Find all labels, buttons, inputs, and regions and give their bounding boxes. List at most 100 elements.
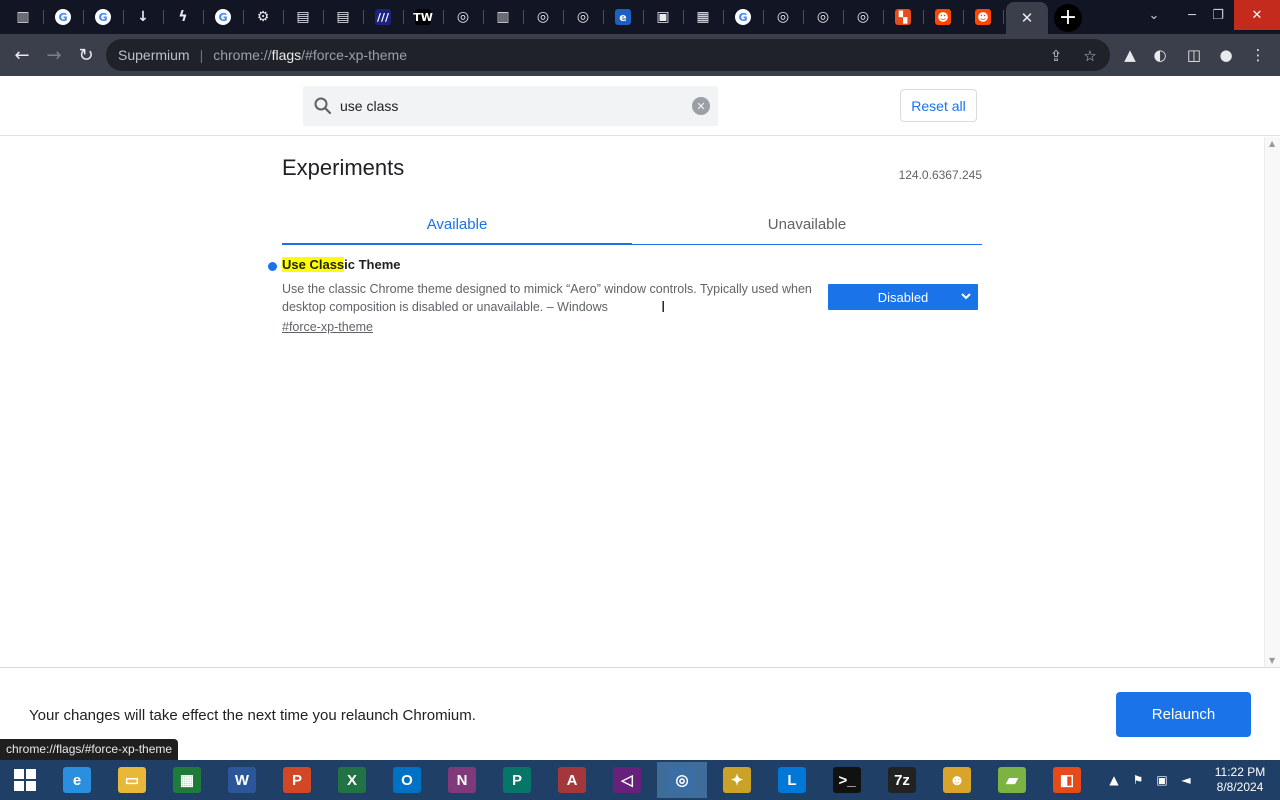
restore-button[interactable]: ❐	[1200, 0, 1236, 30]
scrollbar[interactable]: ▲ ▼	[1264, 137, 1280, 667]
taskbar-app[interactable]: W	[217, 762, 267, 798]
tab-separator	[1003, 10, 1004, 24]
flags-content: Experiments 124.0.6367.245 Available Una…	[0, 137, 1264, 667]
search-highlight: Use Class	[282, 257, 345, 272]
tab-search-icon[interactable]: ⌄	[1136, 0, 1172, 30]
taskbar-app[interactable]: X	[327, 762, 377, 798]
browser-tab[interactable]: ◎	[765, 2, 801, 32]
browser-tab[interactable]: ▤	[325, 2, 361, 32]
tab-separator	[163, 10, 164, 24]
clock-time: 11:22 PM	[1214, 765, 1266, 779]
close-window-button[interactable]: ✕	[1234, 0, 1280, 30]
browser-tab[interactable]: ϟ	[165, 2, 201, 32]
tray-overflow-icon[interactable]: ▲	[1106, 772, 1122, 788]
flag-state-select[interactable]: Disabled	[828, 284, 978, 310]
taskbar-app[interactable]: A	[547, 762, 597, 798]
browser-tab[interactable]: ◎	[845, 2, 881, 32]
browser-tab[interactable]: ☻	[965, 2, 1001, 32]
browser-tab[interactable]: ▣	[645, 2, 681, 32]
terminal-icon: >_	[833, 767, 861, 793]
taskbar-app[interactable]: ▰	[987, 762, 1037, 798]
browser-tab[interactable]: ▚	[885, 2, 921, 32]
browser-tab[interactable]: e	[605, 2, 641, 32]
menu-icon[interactable]: ⋮	[1246, 43, 1270, 67]
taskbar-app[interactable]: 7z	[877, 762, 927, 798]
project-icon: ▦	[173, 767, 201, 793]
action-center-flag-icon[interactable]: ⚑	[1130, 772, 1146, 788]
clear-search-icon[interactable]: ✕	[692, 97, 710, 115]
taskbar-app[interactable]: ☻	[932, 762, 982, 798]
tab-separator	[763, 10, 764, 24]
relaunch-bar: Your changes will take effect the next t…	[0, 667, 1280, 760]
browser-tab[interactable]: ↓	[125, 2, 161, 32]
tab-separator	[883, 10, 884, 24]
reset-all-button[interactable]: Reset all	[900, 89, 977, 122]
reload-button[interactable]: ↻	[72, 41, 100, 69]
taskbar-app[interactable]: N	[437, 762, 487, 798]
browser-tab[interactable]: ◎	[805, 2, 841, 32]
tw-icon: TW	[413, 9, 433, 25]
browser-tab[interactable]: ▦	[685, 2, 721, 32]
search-input[interactable]	[340, 95, 680, 117]
taskbar-app[interactable]: ◧	[1042, 762, 1092, 798]
close-tab-icon[interactable]: ✕	[1021, 9, 1034, 27]
extension-flask-icon[interactable]: ▲	[1118, 43, 1142, 67]
start-button[interactable]	[0, 762, 50, 798]
taskbar-app[interactable]: ▦	[162, 762, 212, 798]
browser-tab[interactable]: ◎	[565, 2, 601, 32]
browser-tab-strip: ▥ G G ↓ ϟ G ⚙ ▤ ▤///TW ◎ ▥ ◎ ◎ e ▣ ▦ G ◎ ◎ ◎ ▚ ☻ ☻ ✕ + ⌄ ─ ❐ ✕	[0, 0, 1280, 34]
bolt-icon: ϟ	[178, 9, 188, 25]
tab-separator	[803, 10, 804, 24]
tray-clock[interactable]: 11:22 PM 8/8/2024	[1210, 765, 1270, 795]
profile-icon[interactable]: ●	[1214, 43, 1238, 67]
network-icon[interactable]: ▣	[1154, 772, 1170, 788]
search-box[interactable]: ✕	[303, 86, 718, 126]
taskbar-app[interactable]: O	[382, 762, 432, 798]
google-icon: G	[95, 9, 111, 25]
volume-muted-icon[interactable]: ◄	[1178, 772, 1194, 788]
taskbar-app[interactable]: ◎	[657, 762, 707, 798]
forward-button[interactable]: →	[40, 41, 68, 69]
side-panel-icon[interactable]: ◫	[1182, 43, 1206, 67]
new-tab-button[interactable]: +	[1054, 4, 1082, 32]
taskbar-app[interactable]: e	[52, 762, 102, 798]
browser-tab[interactable]: G	[725, 2, 761, 32]
browser-tab[interactable]: ///	[365, 2, 401, 32]
browser-tab[interactable]: G	[205, 2, 241, 32]
browser-tab[interactable]: TW	[405, 2, 441, 32]
browser-tab[interactable]: ◎	[445, 2, 481, 32]
browser-tab[interactable]: ▥	[485, 2, 521, 32]
loading-icon[interactable]: ◐	[1148, 43, 1172, 67]
taskbar-app[interactable]: ✦	[712, 762, 762, 798]
ie-icon: e	[615, 9, 631, 25]
taskbar-app[interactable]: ▭	[107, 762, 157, 798]
settings-icon: ⚙	[256, 9, 270, 25]
active-tab-indicator	[282, 243, 632, 245]
bookmark-star-icon[interactable]: ☆	[1080, 46, 1100, 66]
relaunch-message: Your changes will take effect the next t…	[29, 707, 476, 724]
back-button[interactable]: ←	[8, 41, 36, 69]
scroll-up-arrow-icon[interactable]: ▲	[1269, 139, 1275, 148]
browser-tab[interactable]: ⚙	[245, 2, 281, 32]
relaunch-button[interactable]: Relaunch	[1116, 692, 1251, 737]
taskbar-app[interactable]: P	[492, 762, 542, 798]
browser-tab[interactable]: ▤	[285, 2, 321, 32]
browser-tab[interactable]: G	[45, 2, 81, 32]
browser-tab[interactable]: ◎	[525, 2, 561, 32]
taskbar-app[interactable]: P	[272, 762, 322, 798]
browser-tab[interactable]: G	[85, 2, 121, 32]
taskbar-app[interactable]: L	[767, 762, 817, 798]
taskbar-app[interactable]: ◁	[602, 762, 652, 798]
browser-tab[interactable]: ▥	[5, 2, 41, 32]
scroll-down-arrow-icon[interactable]: ▼	[1269, 656, 1275, 665]
browser-tab[interactable]: ☻	[925, 2, 961, 32]
tab-unavailable[interactable]: Unavailable	[632, 203, 982, 245]
active-tab[interactable]: ✕	[1006, 2, 1048, 34]
outlook-icon: O	[393, 767, 421, 793]
modified-dot-icon	[268, 262, 277, 271]
share-icon[interactable]: ⇪	[1046, 46, 1066, 66]
flag-permalink[interactable]: #force-xp-theme	[282, 320, 373, 334]
tab-available[interactable]: Available	[282, 203, 632, 245]
address-bar[interactable]: Supermium | chrome://flags/#force-xp-the…	[106, 39, 1110, 71]
taskbar-app[interactable]: >_	[822, 762, 872, 798]
